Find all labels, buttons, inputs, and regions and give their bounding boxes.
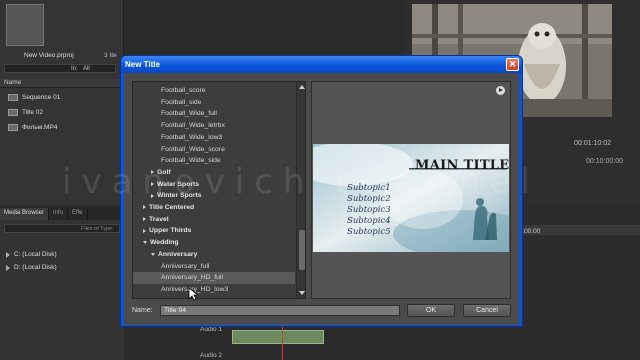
tree-item[interactable]: Football_Wide_letrbx: [133, 120, 295, 132]
media-tabs: Media Browser Info Effe: [0, 208, 124, 220]
dialog-titlebar[interactable]: New Title ✕: [121, 56, 522, 73]
video-file-icon: [8, 123, 18, 131]
expand-arrow-icon[interactable]: [143, 216, 146, 221]
tree-item-label: Anniversary: [158, 250, 198, 258]
project-item-count: 3 Ite: [104, 52, 117, 59]
files-of-type-label: Files of Type:: [81, 226, 114, 232]
tree-item-label: Football_Wide_low3: [161, 133, 223, 141]
scroll-up-icon[interactable]: [299, 85, 305, 89]
disk-d[interactable]: D: (Local Disk): [6, 264, 57, 271]
watermark: ivanovich channel: [62, 162, 540, 202]
collapse-arrow-icon[interactable]: [143, 240, 147, 244]
column-name-label: Name: [4, 79, 22, 86]
close-icon: ✕: [508, 59, 517, 69]
in-label: In:: [71, 66, 78, 72]
project-item-label: Sequence 01: [22, 93, 61, 101]
track-audio-2[interactable]: Audio 2: [200, 352, 222, 359]
tree-item-label: Football_Wide_full: [161, 110, 217, 118]
project-thumbnail: [6, 4, 44, 46]
project-item-sequence[interactable]: Sequence 01: [8, 92, 60, 102]
in-value[interactable]: All: [83, 66, 90, 72]
tree-item[interactable]: Football_score: [133, 85, 295, 97]
cancel-button[interactable]: Cancel: [463, 304, 511, 317]
tree-item[interactable]: Football_Wide_score: [133, 144, 295, 156]
tree-item[interactable]: Football_side: [133, 97, 295, 109]
expand-icon[interactable]: [6, 264, 10, 271]
tree-item[interactable]: Football_Wide_low3: [133, 132, 295, 144]
disk-c[interactable]: C: (Local Disk): [6, 251, 57, 258]
tree-item[interactable]: Anniversary_HD_low3: [133, 284, 295, 296]
tab-media-browser[interactable]: Media Browser: [0, 208, 50, 220]
program-timecode: 00:01:10:02: [574, 140, 611, 147]
sequence-icon: [8, 93, 18, 101]
preview-subtopic: Subtopic5: [347, 227, 391, 237]
scroll-thumb[interactable]: [299, 230, 305, 270]
tree-item[interactable]: Anniversary_HD_full: [133, 272, 295, 284]
tree-item-label: Football_Wide_score: [161, 145, 225, 153]
disk-label: C: (Local Disk): [14, 251, 57, 258]
preview-subtopic: Subtopic3: [347, 205, 391, 215]
preview-subtopic: Subtopic4: [347, 216, 391, 226]
collapse-arrow-icon[interactable]: [151, 252, 155, 256]
expand-arrow-icon[interactable]: [143, 205, 146, 210]
audio-clip[interactable]: [232, 330, 324, 344]
project-item-label: Title 02: [22, 108, 44, 116]
ok-button[interactable]: OK: [407, 304, 455, 317]
name-label: Name:: [132, 307, 153, 314]
tree-item-label: Football_side: [161, 98, 202, 106]
tab-info[interactable]: Info: [49, 208, 69, 220]
tree-folder[interactable]: Anniversary: [133, 249, 295, 261]
tree-item-label: Wedding: [150, 239, 179, 247]
project-item-title[interactable]: Title 02: [8, 107, 43, 117]
tree-item-label: Travel: [149, 215, 169, 223]
program-duration: 00:10:00:00: [586, 158, 623, 165]
scroll-down-icon[interactable]: [299, 291, 305, 295]
tree-item[interactable]: Anniversary_full: [133, 261, 295, 273]
mouse-cursor-icon: [188, 287, 198, 301]
playhead[interactable]: [282, 324, 283, 360]
files-of-type-select[interactable]: Files of Type:: [4, 224, 120, 233]
tree-folder[interactable]: Title Centered: [133, 202, 295, 214]
tree-item-label: Football_Wide_letrbx: [161, 122, 225, 130]
tree-item-label: Anniversary_HD_full: [161, 274, 223, 282]
disk-label: D: (Local Disk): [14, 264, 57, 271]
tree-folder[interactable]: Upper Thirds: [133, 225, 295, 237]
tree-folder[interactable]: Travel: [133, 214, 295, 226]
title-icon: [8, 108, 18, 116]
flyout-menu-icon[interactable]: [496, 86, 505, 95]
track-audio-1[interactable]: Audio 1: [200, 326, 222, 333]
tree-item[interactable]: Football_Wide_full: [133, 108, 295, 120]
tree-item-label: Upper Thirds: [149, 227, 192, 235]
title-name-input[interactable]: [160, 305, 400, 316]
project-column-name[interactable]: Name: [0, 79, 124, 88]
tree-item-label: Title Centered: [149, 204, 195, 211]
dialog-title: New Title: [125, 60, 160, 69]
tab-effects[interactable]: Effe: [68, 208, 88, 220]
project-item-video[interactable]: Фильм.MP4: [8, 122, 57, 132]
expand-arrow-icon[interactable]: [143, 228, 146, 233]
tree-folder[interactable]: Wedding: [133, 237, 295, 249]
project-name: New Video.prproj: [24, 52, 74, 59]
tree-item-label: Football_score: [161, 87, 206, 94]
expand-icon[interactable]: [6, 251, 10, 258]
close-button[interactable]: ✕: [506, 58, 519, 71]
tree-item-label: Anniversary_full: [161, 262, 210, 270]
project-search-input[interactable]: In: All: [4, 64, 116, 73]
project-item-label: Фильм.MP4: [22, 123, 58, 131]
media-browser-panel: Media Browser Info Effe Files of Type: C…: [0, 208, 124, 360]
